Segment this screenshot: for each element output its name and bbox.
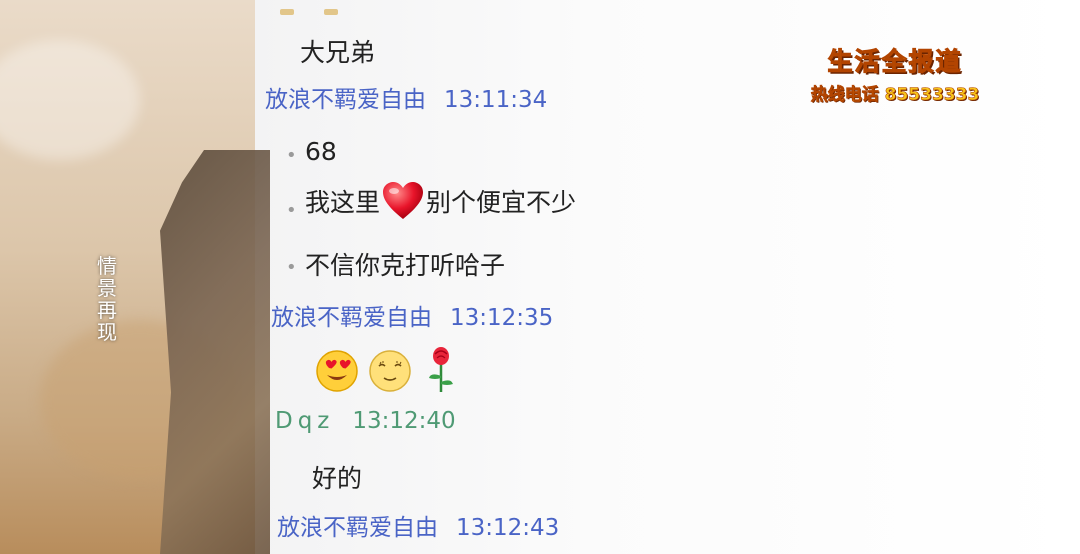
heart-icon bbox=[383, 182, 424, 219]
sender-line: 放浪不羁爱自由 13:12:43 bbox=[277, 508, 559, 542]
message-text: 大兄弟 bbox=[300, 38, 376, 67]
message-text: 不信你克打听哈子 bbox=[305, 251, 506, 280]
hotline-label: 热线电话 bbox=[810, 85, 879, 106]
message-text: 我这里 别个便宜不少 bbox=[305, 181, 576, 221]
hotline: 热线电话 85533333 bbox=[790, 80, 1000, 106]
message-timestamp: 13:12:43 bbox=[456, 515, 560, 541]
bullet-dot: • bbox=[286, 200, 297, 221]
sender-name[interactable]: 放浪不羁爱自由 bbox=[265, 87, 426, 113]
heart-eyes-emoji-icon bbox=[316, 350, 358, 392]
message-timestamp: 13:12:35 bbox=[450, 305, 554, 331]
program-title: 生活全报道 bbox=[827, 47, 963, 77]
message-text: 好的 bbox=[312, 464, 363, 493]
message-timestamp: 13:11:34 bbox=[444, 87, 548, 113]
foreground-figure bbox=[160, 150, 270, 554]
sender-name[interactable]: 放浪不羁爱自由 bbox=[271, 305, 432, 331]
background-blur bbox=[0, 40, 140, 160]
sender-line: Dqz 13:12:40 bbox=[275, 408, 456, 434]
rose-icon bbox=[429, 347, 453, 392]
cropped-top-icons bbox=[280, 0, 440, 15]
hotline-number: 85533333 bbox=[884, 85, 980, 106]
sender-name[interactable]: Dqz bbox=[275, 408, 334, 434]
message-text-part: 别个便宜不少 bbox=[426, 188, 577, 217]
message-timestamp: 13:12:40 bbox=[352, 408, 456, 434]
message-text-part: 我这里 bbox=[305, 188, 381, 217]
bullet-dot: • bbox=[286, 145, 297, 166]
sender-name[interactable]: 放浪不羁爱自由 bbox=[277, 515, 438, 541]
message-text: 68 bbox=[305, 137, 337, 166]
bullet-dot: • bbox=[286, 257, 297, 278]
tv-program-logo: 生活全报道 热线电话 85533333 bbox=[790, 42, 1000, 106]
sender-line: 放浪不羁爱自由 13:11:34 bbox=[265, 80, 547, 114]
scene-reenactment-caption: 情景再现 bbox=[97, 254, 117, 344]
grimace-emoji-icon bbox=[369, 350, 411, 392]
sender-line: 放浪不羁爱自由 13:12:35 bbox=[271, 298, 553, 332]
